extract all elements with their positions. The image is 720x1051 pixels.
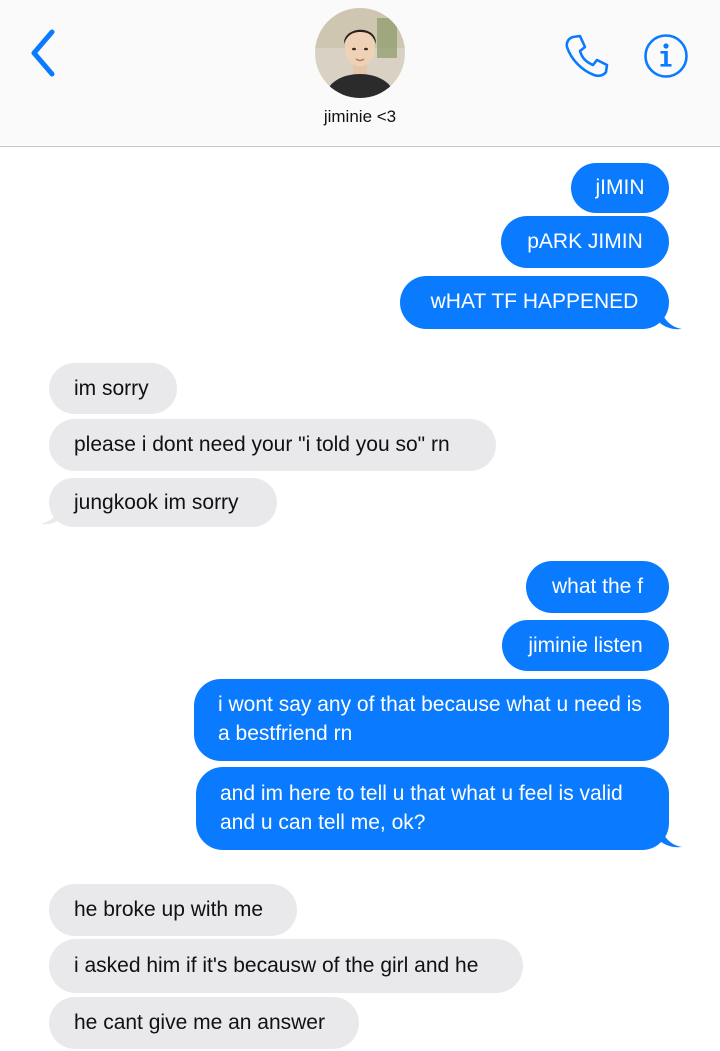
message-bubble-sent[interactable]: jIMIN	[571, 163, 669, 213]
message-bubble-received[interactable]: he cant give me an answer	[49, 997, 359, 1049]
message-thread: jIMIN pARK JIMIN wHAT TF HAPPENED im sor…	[0, 147, 720, 1051]
phone-icon	[565, 34, 609, 78]
message-bubble-sent[interactable]: and im here to tell u that what u feel i…	[196, 767, 669, 850]
message-bubble-sent[interactable]: what the f	[526, 561, 669, 613]
message-bubble-received[interactable]: he broke up with me	[49, 884, 297, 936]
received-bubble-tail	[40, 504, 62, 525]
message-bubble-sent[interactable]: i wont say any of that because what u ne…	[194, 679, 669, 761]
contact-name[interactable]: jiminie <3	[0, 107, 720, 127]
message-bubble-received[interactable]: im sorry	[49, 363, 177, 414]
sent-bubble-tail	[660, 827, 682, 848]
message-bubble-received[interactable]: i asked him if it's becausw of the girl …	[49, 939, 523, 993]
avatar-photo	[315, 8, 405, 98]
info-button[interactable]	[643, 33, 689, 79]
message-bubble-received[interactable]: jungkook im sorry	[49, 478, 277, 527]
message-bubble-sent[interactable]: pARK JIMIN	[501, 216, 669, 268]
message-bubble-sent[interactable]: jiminie listen	[502, 620, 669, 671]
info-icon	[644, 34, 688, 78]
message-bubble-received[interactable]: please i dont need your "i told you so" …	[49, 419, 496, 471]
chevron-left-icon	[31, 29, 55, 77]
back-button[interactable]	[24, 28, 64, 78]
chat-header: jiminie <3	[0, 0, 720, 147]
sent-bubble-tail	[660, 309, 682, 330]
message-bubble-sent[interactable]: wHAT TF HAPPENED	[400, 276, 669, 329]
call-button[interactable]	[564, 32, 610, 78]
contact-avatar[interactable]	[315, 8, 405, 98]
